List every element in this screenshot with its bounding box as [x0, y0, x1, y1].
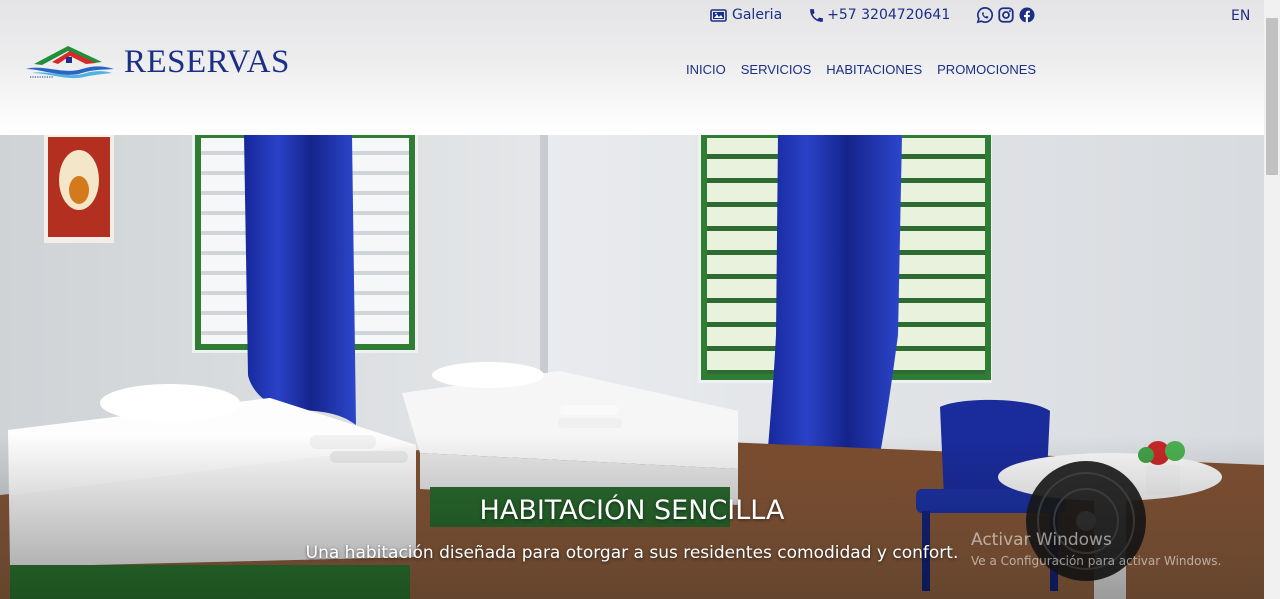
whatsapp-icon[interactable] — [976, 6, 994, 24]
nav-item-habitaciones[interactable]: HABITACIONES — [826, 62, 922, 77]
nav-item-promociones[interactable]: PROMOCIONES — [937, 62, 1036, 77]
hero-carousel: HABITACIÓN SENCILLA Una habitación diseñ… — [0, 135, 1264, 599]
social-links — [976, 6, 1039, 24]
hero-title: HABITACIÓN SENCILLA — [479, 495, 785, 526]
windows-activation-subtitle: Ve a Configuración para activar Windows. — [971, 554, 1222, 568]
brand-name: RESERVAS — [124, 43, 290, 80]
nav-item-servicios[interactable]: SERVICIOS — [741, 62, 812, 77]
logo-icon — [26, 46, 114, 79]
gallery-link[interactable]: Galeria — [710, 7, 782, 23]
brand-logo[interactable]: RESERVAS — [24, 42, 290, 82]
windows-activation-title: Activar Windows — [971, 530, 1112, 550]
phone-number: +57 3204720641 — [827, 7, 951, 23]
scrollbar-thumb[interactable] — [1266, 18, 1278, 175]
gallery-icon — [710, 8, 727, 22]
facebook-icon[interactable] — [1018, 6, 1036, 24]
instagram-icon[interactable] — [997, 6, 1015, 24]
gallery-label: Galeria — [732, 7, 783, 23]
phone-icon — [810, 8, 824, 22]
site-header: Galeria +57 3204720641 EN RESERVAS INICI… — [0, 0, 1264, 135]
main-nav: INICIO SERVICIOS HABITACIONES PROMOCIONE… — [686, 62, 1051, 77]
phone-link[interactable]: +57 3204720641 — [808, 7, 950, 24]
page-scrollbar[interactable] — [1264, 0, 1280, 599]
nav-item-inicio[interactable]: INICIO — [686, 62, 726, 77]
language-switch[interactable]: EN — [1231, 8, 1250, 24]
top-contact-bar: Galeria +57 3204720641 — [710, 5, 1039, 25]
